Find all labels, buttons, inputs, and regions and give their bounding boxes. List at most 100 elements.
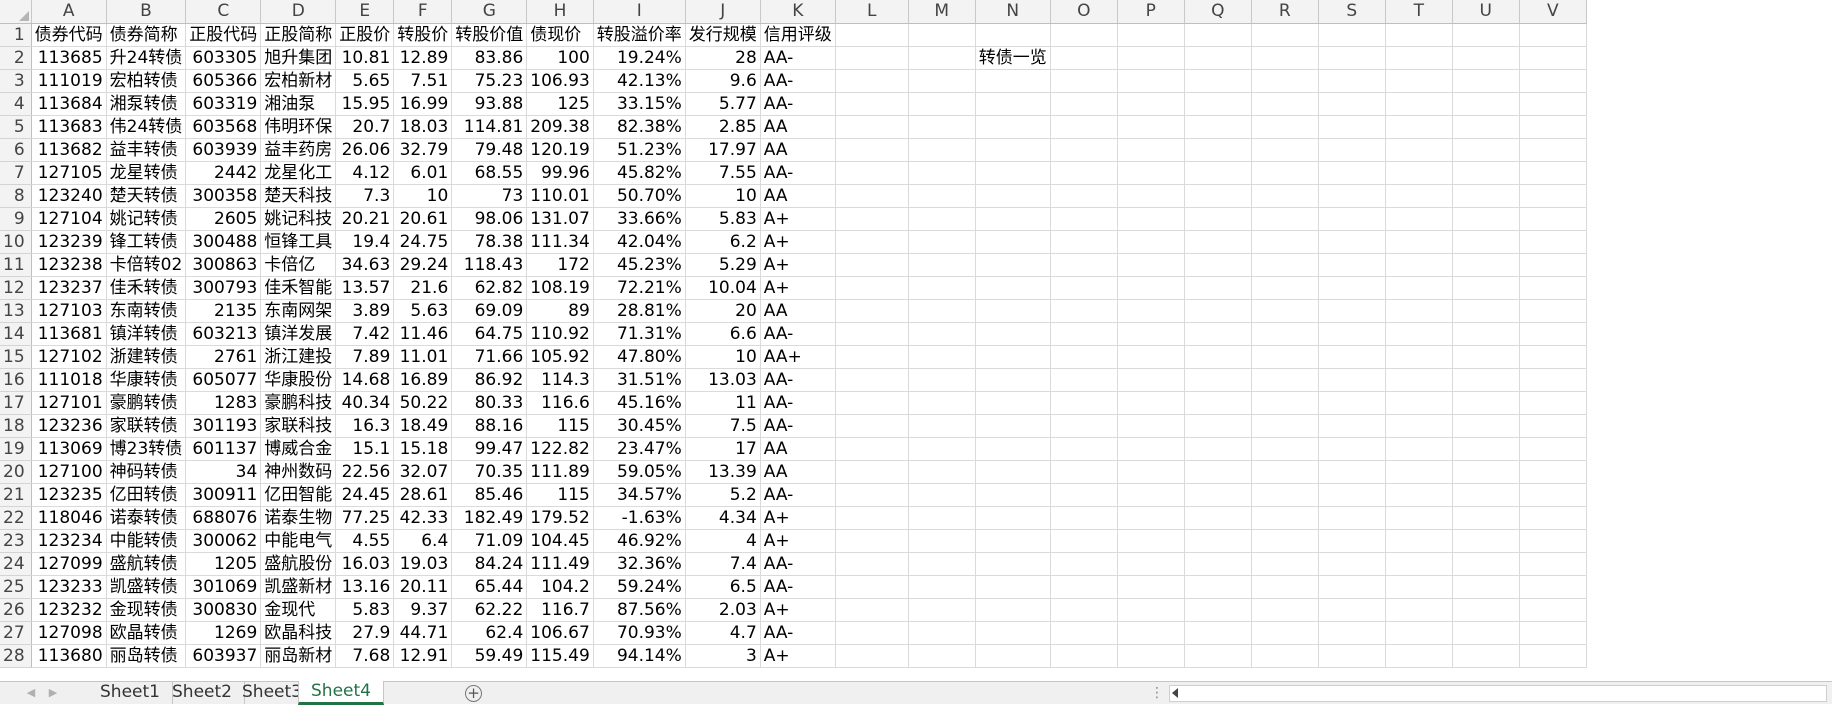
cell-l24[interactable] [835, 552, 909, 576]
cell-r18[interactable] [1251, 414, 1319, 438]
cell-r20[interactable] [1251, 460, 1319, 484]
cell-v27[interactable] [1519, 621, 1587, 645]
column-header-t[interactable]: T [1385, 0, 1453, 24]
cell-e19[interactable]: 15.1 [335, 437, 395, 461]
cell-e26[interactable]: 5.83 [335, 598, 395, 622]
cell-k1[interactable]: 信用评级 [760, 23, 836, 47]
cell-b7[interactable]: 龙星转债 [106, 161, 187, 185]
cell-i16[interactable]: 31.51% [593, 368, 686, 392]
cell-d24[interactable]: 盛航股份 [260, 552, 337, 576]
row-header[interactable]: 13 [0, 299, 32, 323]
cell-d23[interactable]: 中能电气 [260, 529, 337, 553]
cell-k27[interactable]: AA- [760, 621, 836, 645]
cell-d8[interactable]: 楚天科技 [260, 184, 337, 208]
cell-p20[interactable] [1117, 460, 1185, 484]
cell-e15[interactable]: 7.89 [335, 345, 395, 369]
cell-l11[interactable] [835, 253, 909, 277]
cell-s6[interactable] [1318, 138, 1386, 162]
cell-n26[interactable] [975, 598, 1051, 622]
column-header-r[interactable]: R [1251, 0, 1319, 24]
cell-p19[interactable] [1117, 437, 1185, 461]
cell-i7[interactable]: 45.82% [593, 161, 686, 185]
cell-t17[interactable] [1385, 391, 1453, 415]
cell-f9[interactable]: 20.61 [393, 207, 453, 231]
cell-l15[interactable] [835, 345, 909, 369]
cell-v24[interactable] [1519, 552, 1587, 576]
cell-a1[interactable]: 债券代码 [31, 23, 107, 47]
cell-d21[interactable]: 亿田智能 [260, 483, 337, 507]
cell-k14[interactable]: AA- [760, 322, 836, 346]
cell-r7[interactable] [1251, 161, 1319, 185]
cell-i23[interactable]: 46.92% [593, 529, 686, 553]
row-header[interactable]: 16 [0, 368, 32, 392]
cell-v20[interactable] [1519, 460, 1587, 484]
cell-c18[interactable]: 301193 [185, 414, 262, 438]
cell-c15[interactable]: 2761 [185, 345, 262, 369]
cell-r26[interactable] [1251, 598, 1319, 622]
row-header[interactable]: 10 [0, 230, 32, 254]
cell-n16[interactable] [975, 368, 1051, 392]
cell-g5[interactable]: 114.81 [451, 115, 528, 139]
cell-i14[interactable]: 71.31% [593, 322, 686, 346]
cell-g13[interactable]: 69.09 [451, 299, 528, 323]
column-header-q[interactable]: Q [1184, 0, 1252, 24]
cell-r4[interactable] [1251, 92, 1319, 116]
cell-v25[interactable] [1519, 575, 1587, 599]
cell-j20[interactable]: 13.39 [685, 460, 761, 484]
cell-g4[interactable]: 93.88 [451, 92, 528, 116]
cell-p13[interactable] [1117, 299, 1185, 323]
cell-b3[interactable]: 宏柏转债 [106, 69, 187, 93]
cell-b22[interactable]: 诺泰转债 [106, 506, 187, 530]
cell-j15[interactable]: 10 [685, 345, 761, 369]
cell-d6[interactable]: 益丰药房 [260, 138, 337, 162]
cell-f21[interactable]: 28.61 [393, 483, 453, 507]
cell-m15[interactable] [908, 345, 976, 369]
cell-c17[interactable]: 1283 [185, 391, 262, 415]
cell-k19[interactable]: AA [760, 437, 836, 461]
cell-t8[interactable] [1385, 184, 1453, 208]
cell-s5[interactable] [1318, 115, 1386, 139]
cell-f14[interactable]: 11.46 [393, 322, 453, 346]
cell-m18[interactable] [908, 414, 976, 438]
tab-split-handle-icon[interactable]: ⋮ [1150, 685, 1164, 701]
cell-d10[interactable]: 恒锋工具 [260, 230, 337, 254]
cell-f19[interactable]: 15.18 [393, 437, 453, 461]
cell-b27[interactable]: 欧晶转债 [106, 621, 187, 645]
scroll-tabs-right-icon[interactable]: ▶ [46, 686, 60, 700]
cell-n21[interactable] [975, 483, 1051, 507]
cell-m16[interactable] [908, 368, 976, 392]
cell-v11[interactable] [1519, 253, 1587, 277]
cell-u4[interactable] [1452, 92, 1520, 116]
cell-l25[interactable] [835, 575, 909, 599]
row-header[interactable]: 8 [0, 184, 32, 208]
cell-v9[interactable] [1519, 207, 1587, 231]
cell-t26[interactable] [1385, 598, 1453, 622]
cell-m28[interactable] [908, 644, 976, 668]
cell-c1[interactable]: 正股代码 [185, 23, 262, 47]
cell-u21[interactable] [1452, 483, 1520, 507]
scroll-tabs-left-icon[interactable]: ◀ [24, 686, 38, 700]
cell-r11[interactable] [1251, 253, 1319, 277]
cell-u2[interactable] [1452, 46, 1520, 70]
cell-v18[interactable] [1519, 414, 1587, 438]
cell-d17[interactable]: 豪鹏科技 [260, 391, 337, 415]
cell-l7[interactable] [835, 161, 909, 185]
cell-f13[interactable]: 5.63 [393, 299, 453, 323]
cell-m22[interactable] [908, 506, 976, 530]
cell-n6[interactable] [975, 138, 1051, 162]
cell-p21[interactable] [1117, 483, 1185, 507]
cell-q21[interactable] [1184, 483, 1252, 507]
cell-v7[interactable] [1519, 161, 1587, 185]
cell-s19[interactable] [1318, 437, 1386, 461]
cell-e16[interactable]: 14.68 [335, 368, 395, 392]
cell-j9[interactable]: 5.83 [685, 207, 761, 231]
cell-n1[interactable] [975, 23, 1051, 47]
cell-g19[interactable]: 99.47 [451, 437, 528, 461]
cell-m13[interactable] [908, 299, 976, 323]
cell-v22[interactable] [1519, 506, 1587, 530]
cell-k15[interactable]: AA+ [760, 345, 836, 369]
cell-t23[interactable] [1385, 529, 1453, 553]
cell-e7[interactable]: 4.12 [335, 161, 395, 185]
cell-a18[interactable]: 123236 [31, 414, 107, 438]
cell-i27[interactable]: 70.93% [593, 621, 686, 645]
